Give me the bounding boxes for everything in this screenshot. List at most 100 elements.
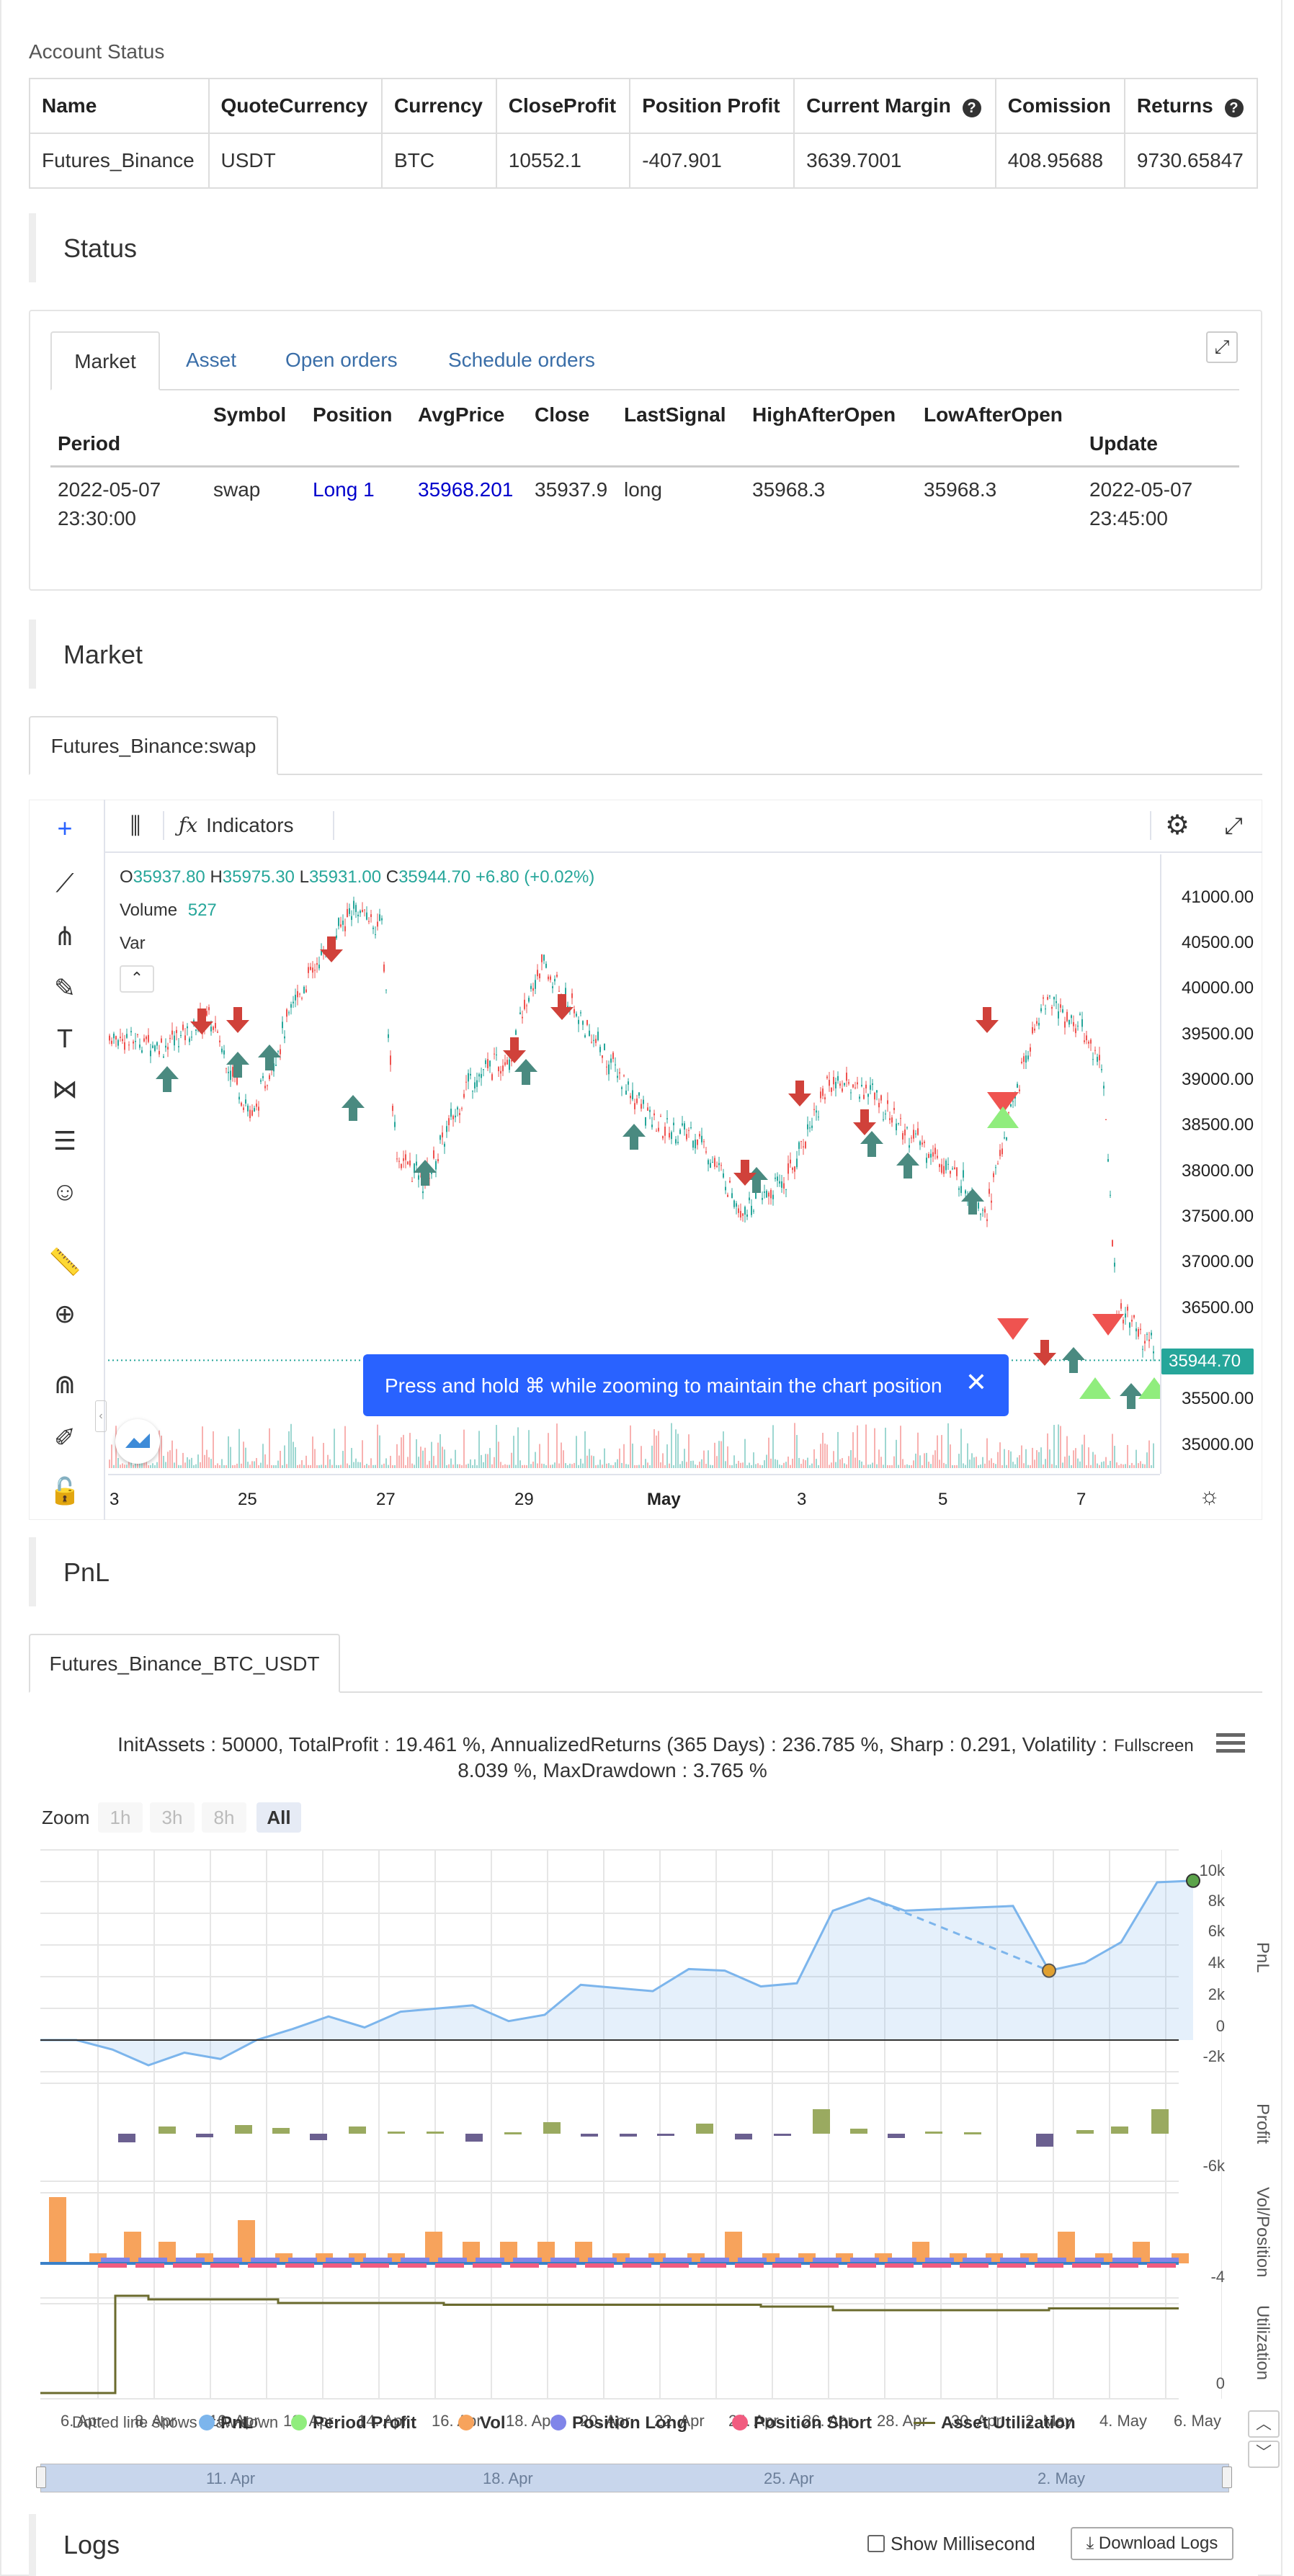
volume-bar bbox=[360, 1462, 361, 1468]
volume-bar bbox=[809, 1464, 811, 1468]
volume-bar bbox=[167, 1452, 169, 1468]
legend-pnl[interactable]: PnL bbox=[199, 2413, 253, 2433]
volume-bar bbox=[664, 1465, 666, 1468]
tradingview-logo-icon[interactable] bbox=[115, 1419, 160, 1464]
pnl-chart[interactable] bbox=[40, 1843, 1222, 2405]
navigator-handle-left[interactable] bbox=[36, 2467, 46, 2488]
volume-bar bbox=[1075, 1448, 1076, 1468]
buy-signal-arrow bbox=[258, 1045, 281, 1070]
zoom-all-button[interactable]: All bbox=[256, 1802, 301, 1833]
indicators-button[interactable]: ƒx Indicators bbox=[179, 810, 294, 841]
position-short-bar bbox=[922, 2263, 951, 2268]
volume-bar bbox=[1114, 1446, 1115, 1468]
volume-bar bbox=[984, 1463, 986, 1468]
navigator-handle-right[interactable] bbox=[1222, 2467, 1232, 2488]
zoom-8h-button[interactable]: 8h bbox=[202, 1802, 246, 1833]
checkbox[interactable] bbox=[867, 2535, 885, 2552]
scroll-down-button[interactable]: ﹀ bbox=[1248, 2441, 1280, 2468]
candle-body bbox=[347, 908, 348, 918]
time-axis[interactable] bbox=[108, 1474, 1160, 1520]
tab-asset[interactable]: Asset bbox=[186, 349, 236, 372]
lock-drawing-icon[interactable]: ✐ bbox=[48, 1421, 82, 1455]
sidebar-collapse-handle[interactable]: ‹ bbox=[95, 1400, 107, 1432]
zoom-1h-button[interactable]: 1h bbox=[98, 1802, 143, 1833]
buy-signal-arrow bbox=[961, 1189, 984, 1215]
volume-bar bbox=[1107, 1464, 1109, 1468]
fullscreen-icon[interactable]: ⤢ bbox=[1218, 810, 1249, 841]
candle-body bbox=[362, 910, 363, 913]
tab-futures-binance-btc-usdt[interactable]: Futures_Binance_BTC_USDT bbox=[29, 1634, 340, 1693]
crosshair-icon[interactable]: + bbox=[48, 811, 82, 846]
time-axis-settings-icon[interactable]: ☼ bbox=[1199, 1482, 1220, 1509]
volume-bar bbox=[807, 1457, 808, 1468]
volume-bar bbox=[980, 1464, 981, 1468]
legend-period-profit[interactable]: Period Profit bbox=[291, 2413, 416, 2433]
close-icon[interactable]: ✕ bbox=[965, 1367, 987, 1397]
volume-bar bbox=[301, 1460, 303, 1468]
menu-icon[interactable] bbox=[1216, 1730, 1245, 1756]
legend-position-short[interactable]: Position Short bbox=[732, 2413, 872, 2433]
unlock-icon[interactable]: 🔓 bbox=[48, 1474, 82, 1508]
tab-futures-binance-swap[interactable]: Futures_Binance:swap bbox=[29, 716, 278, 775]
volume-bar bbox=[829, 1464, 830, 1468]
pitchfork-icon[interactable]: ⋔ bbox=[48, 919, 82, 954]
trend-line-icon[interactable]: ⟋ bbox=[48, 866, 82, 900]
volume-bar bbox=[932, 1454, 934, 1468]
sell-signal-arrow bbox=[226, 1007, 249, 1033]
position-long-bar bbox=[550, 2258, 579, 2262]
candle-body bbox=[245, 1099, 246, 1104]
volume-bar bbox=[548, 1433, 549, 1468]
legend-position-long[interactable]: Position Long bbox=[550, 2413, 687, 2433]
text-tool-icon[interactable]: T bbox=[48, 1021, 82, 1056]
ruler-icon[interactable]: 📏 bbox=[48, 1245, 82, 1279]
candle-body bbox=[1081, 1019, 1083, 1027]
help-icon[interactable]: ? bbox=[962, 99, 981, 117]
candle-body bbox=[999, 1150, 1001, 1156]
zoom-3h-button[interactable]: 3h bbox=[150, 1802, 195, 1833]
emoji-icon[interactable]: ☺ bbox=[48, 1174, 82, 1209]
candle-body bbox=[662, 1136, 664, 1139]
volume-bar bbox=[612, 1464, 614, 1468]
show-millisecond-toggle[interactable]: Show Millisecond bbox=[867, 2533, 1035, 2555]
pattern-icon[interactable]: ⋈ bbox=[48, 1072, 82, 1106]
candle-body bbox=[1144, 1341, 1146, 1343]
volume-bar bbox=[636, 1464, 638, 1468]
legend-asset-utilization[interactable]: Asset Utilization bbox=[914, 2413, 1076, 2433]
candle-body bbox=[1012, 1101, 1014, 1102]
candle-body bbox=[182, 1024, 184, 1030]
tab-schedule-orders[interactable]: Schedule orders bbox=[448, 349, 595, 372]
position-long-bar bbox=[1112, 2258, 1141, 2262]
candle-body bbox=[597, 1032, 599, 1041]
scroll-up-button[interactable]: ︿ bbox=[1248, 2410, 1280, 2438]
candle-body bbox=[1017, 1083, 1018, 1088]
volume-bar bbox=[578, 1464, 579, 1468]
legend-vol[interactable]: Vol bbox=[458, 2413, 506, 2433]
candle-body bbox=[1090, 1039, 1092, 1044]
candle-body bbox=[911, 1137, 912, 1139]
candle-style-icon[interactable]: ⫼ bbox=[120, 810, 151, 841]
volume-bar bbox=[407, 1457, 409, 1468]
volume-bar bbox=[494, 1457, 495, 1468]
magnet-icon[interactable]: ⋒ bbox=[48, 1367, 82, 1402]
volume-bar bbox=[1032, 1447, 1033, 1468]
download-logs-button[interactable]: ⤓ Download Logs bbox=[1071, 2527, 1233, 2560]
volume-bar bbox=[766, 1454, 767, 1468]
volume-bar bbox=[893, 1456, 895, 1468]
candle-body bbox=[859, 1096, 860, 1099]
position-long-bar bbox=[663, 2258, 692, 2262]
brush-icon[interactable]: ✎ bbox=[48, 971, 82, 1006]
candle-body bbox=[312, 967, 313, 973]
candle-body bbox=[671, 1132, 672, 1140]
zoom-in-icon[interactable]: ⊕ bbox=[48, 1297, 82, 1331]
fullscreen-button[interactable]: Fullscreen bbox=[1114, 1736, 1194, 1756]
tab-market[interactable]: Market bbox=[50, 331, 160, 390]
candle-body bbox=[656, 1130, 657, 1132]
prediction-icon[interactable]: ☰ bbox=[48, 1124, 82, 1158]
volume-bar bbox=[710, 1464, 711, 1468]
candle-body bbox=[167, 1047, 169, 1050]
tab-open-orders[interactable]: Open orders bbox=[285, 349, 398, 372]
expand-icon[interactable]: ⤢ bbox=[1206, 331, 1238, 363]
settings-gear-icon[interactable]: ⚙ bbox=[1161, 810, 1193, 841]
help-icon[interactable]: ? bbox=[1224, 99, 1244, 117]
candle-body bbox=[727, 1194, 728, 1197]
